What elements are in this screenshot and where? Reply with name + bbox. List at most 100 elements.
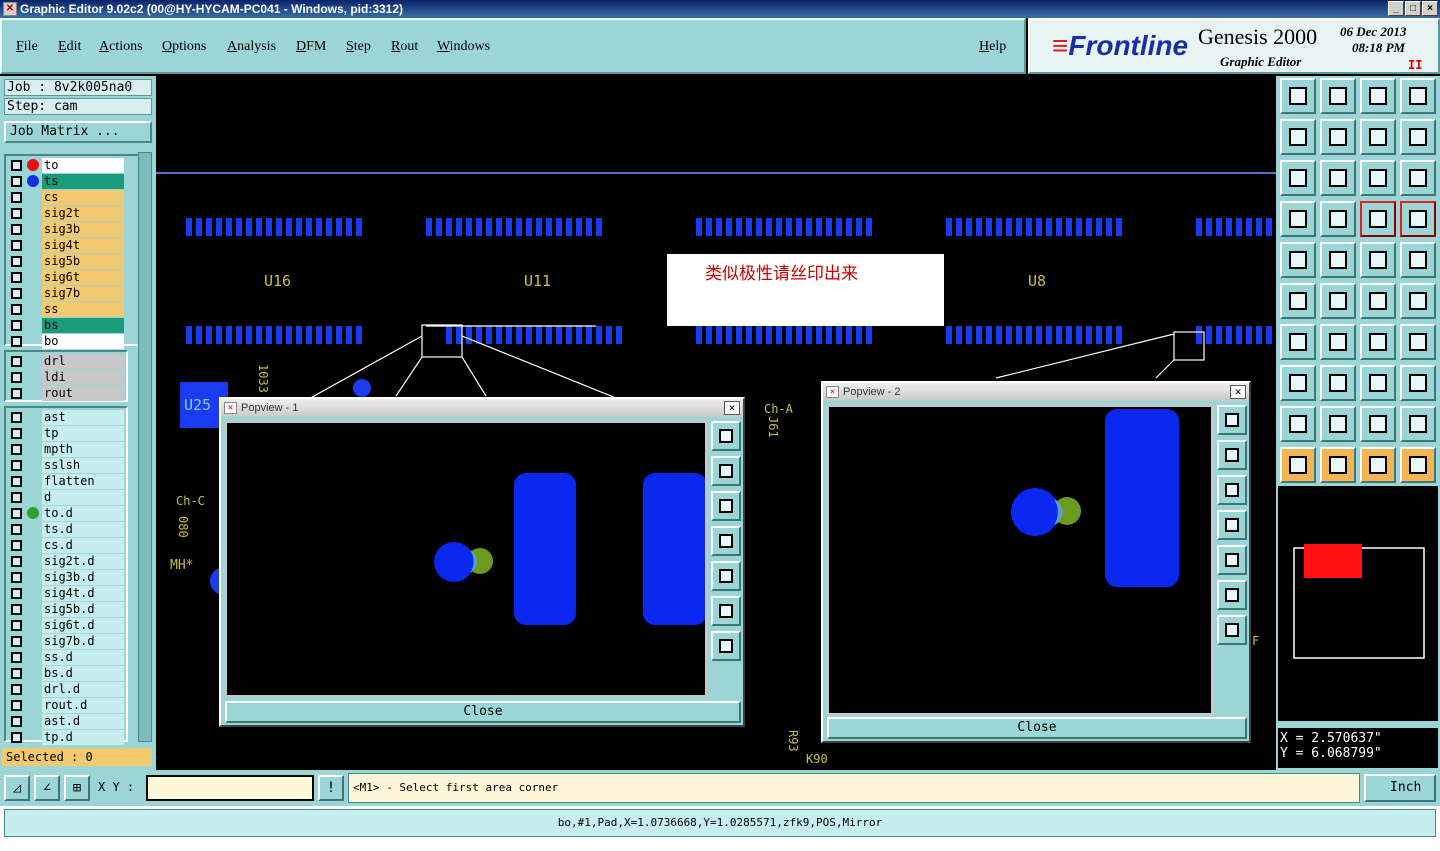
point-snap-button[interactable] [1400, 242, 1436, 278]
layer-row-cs[interactable]: cs [8, 190, 126, 205]
layer-checkbox[interactable] [11, 444, 22, 455]
layer-row-bo[interactable]: bo [8, 334, 126, 349]
layer-name[interactable]: ldi [42, 370, 124, 385]
zoom-prev-button[interactable] [1280, 119, 1316, 155]
layer-checkbox[interactable] [11, 620, 22, 631]
layer-row-mpth[interactable]: mpth [8, 442, 126, 457]
layer-name[interactable]: to [42, 158, 124, 173]
layer-name[interactable]: cs [42, 190, 124, 205]
popview-2-canvas[interactable] [827, 405, 1213, 715]
select-net-button[interactable] [1280, 283, 1316, 319]
center-view-button[interactable] [1320, 160, 1356, 196]
layer-name[interactable]: tp [42, 426, 124, 441]
layer-display-button[interactable] [1360, 201, 1396, 237]
layer-row-ast[interactable]: ast [8, 410, 126, 425]
add-arc-button[interactable] [1320, 406, 1356, 442]
layer-name[interactable]: sig5b.d [42, 602, 124, 617]
layer-row-sig5b-d[interactable]: sig5b.d [8, 602, 126, 617]
help-query-button[interactable] [1400, 160, 1436, 196]
layer-row-sslsh[interactable]: sslsh [8, 458, 126, 473]
layer-name[interactable]: sig2t [42, 206, 124, 221]
menu-rout[interactable]: Rout [391, 39, 418, 55]
layer-name[interactable]: sig3b [42, 222, 124, 237]
layer-name[interactable]: sig2t.d [42, 554, 124, 569]
close-window-button[interactable]: × [1422, 1, 1438, 16]
layer-checkbox[interactable] [11, 336, 22, 347]
layer-row-sig7b-d[interactable]: sig7b.d [8, 634, 126, 649]
layer-name[interactable]: sig5b [42, 254, 124, 269]
layer-checkbox[interactable] [11, 160, 22, 171]
popview-1-pan-down-button[interactable] [711, 491, 741, 521]
draw-line-button[interactable] [1320, 242, 1356, 278]
layer-row-d[interactable]: d [8, 490, 126, 505]
angle-mode-button[interactable]: ∠ [34, 775, 60, 801]
layer-row-to[interactable]: to [8, 158, 126, 173]
zoom-window-button[interactable] [1360, 119, 1396, 155]
group-button[interactable] [1400, 365, 1436, 401]
fit-view-button[interactable] [1280, 160, 1316, 196]
layer-name[interactable]: bs [42, 318, 124, 333]
layer-name[interactable]: ss [42, 302, 124, 317]
layer-row-ts[interactable]: ts [8, 174, 126, 189]
layer-checkbox[interactable] [11, 256, 22, 267]
layer-checkbox[interactable] [11, 428, 22, 439]
layer-checkbox[interactable] [11, 224, 22, 235]
popview-2-zoom-fit-button[interactable] [1217, 405, 1247, 435]
layer-checkbox[interactable] [11, 304, 22, 315]
layer-checkbox[interactable] [11, 460, 22, 471]
minimize-button[interactable]: _ [1388, 1, 1404, 16]
ruler-button[interactable] [1360, 242, 1396, 278]
menu-options[interactable]: Options [162, 39, 206, 55]
menu-edit[interactable]: Edit [58, 39, 81, 55]
layer-checkbox[interactable] [11, 476, 22, 487]
layer-checkbox[interactable] [11, 356, 22, 367]
mirror-button[interactable] [1400, 324, 1436, 360]
layer-row-drl[interactable]: drl [8, 354, 126, 369]
units-selector[interactable]: Inch ▬ [1364, 774, 1436, 819]
maximize-button[interactable]: □ [1405, 1, 1421, 16]
layer-name[interactable]: sslsh [42, 458, 124, 473]
layer-checkbox[interactable] [11, 700, 22, 711]
layer-checkbox[interactable] [11, 176, 22, 187]
popview-2-close-button[interactable]: Close [827, 717, 1247, 739]
overview-map[interactable] [1278, 486, 1438, 721]
select-box-button[interactable] [1320, 447, 1356, 483]
home-button[interactable] [1360, 78, 1396, 114]
layer-name[interactable]: cs.d [42, 538, 124, 553]
layer-row-sig6t[interactable]: sig6t [8, 270, 126, 285]
layer-row-bs-d[interactable]: bs.d [8, 666, 126, 681]
layer-checkbox[interactable] [11, 524, 22, 535]
layer-row-ast-d[interactable]: ast.d [8, 714, 126, 729]
resize-button[interactable] [1360, 365, 1396, 401]
layer-name[interactable]: ts.d [42, 522, 124, 537]
layer-checkbox[interactable] [11, 652, 22, 663]
pause-icon[interactable]: II [1408, 58, 1422, 72]
layer-checkbox[interactable] [11, 240, 22, 251]
layer-name[interactable]: rout.d [42, 698, 124, 713]
layer-row-ss-d[interactable]: ss.d [8, 650, 126, 665]
layer-row-sig6t-d[interactable]: sig6t.d [8, 618, 126, 633]
layer-checkbox[interactable] [11, 572, 22, 583]
layer-checkbox[interactable] [11, 684, 22, 695]
measure-button[interactable] [1280, 201, 1316, 237]
popview-1-pan-left-button[interactable] [711, 526, 741, 556]
popview-2-pan-left-button[interactable] [1217, 510, 1247, 540]
popview-2-zoom-in-button[interactable] [1217, 580, 1247, 610]
layer-name[interactable]: sig7b.d [42, 634, 124, 649]
layer-checkbox[interactable] [11, 492, 22, 503]
scale-1-1-button[interactable] [1360, 160, 1396, 196]
popview-1-close-icon[interactable]: ✕ [724, 401, 740, 415]
layer-checkbox[interactable] [11, 272, 22, 283]
layer-name[interactable]: ts [42, 174, 124, 189]
layer-row-tp[interactable]: tp [8, 426, 126, 441]
layer-scrollbar[interactable] [138, 152, 152, 742]
popview-2-zoom-out-button[interactable] [1217, 615, 1247, 645]
layer-checkbox[interactable] [11, 540, 22, 551]
layer-row-sig3b-d[interactable]: sig3b.d [8, 570, 126, 585]
layer-row-tp-d[interactable]: tp.d [8, 730, 126, 745]
layer-row-flatten[interactable]: flatten [8, 474, 126, 489]
layer-name[interactable]: d [42, 490, 124, 505]
layer-name[interactable]: drl [42, 354, 124, 369]
layer-checkbox[interactable] [11, 320, 22, 331]
menu-actions[interactable]: Actions [99, 39, 143, 55]
